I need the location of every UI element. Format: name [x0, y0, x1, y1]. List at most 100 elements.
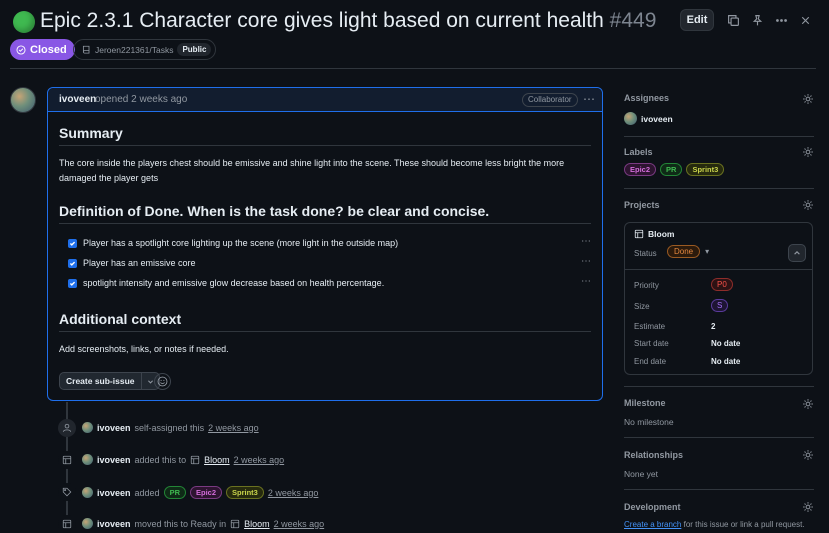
chevron-up-icon — [794, 251, 800, 255]
event-time[interactable]: 2 weeks ago — [234, 455, 285, 465]
end-date-value[interactable]: No date — [711, 357, 740, 366]
checkbox-checked[interactable] — [68, 258, 77, 268]
heading-divider — [59, 223, 591, 224]
heading-divider — [59, 145, 591, 146]
field-key: Size — [634, 302, 650, 311]
create-sub-issue-label: Create sub-issue — [66, 376, 135, 386]
issue-body-comment: ivoveen opened 2 weeks ago Collaborator … — [47, 87, 603, 401]
task-item[interactable]: spotlight intensity and emissive glow de… — [68, 278, 384, 288]
milestone-gear-icon[interactable] — [802, 398, 814, 410]
development-text: Create a branch for this issue or link a… — [624, 520, 805, 529]
timeline-event: ivoveen moved this to Ready in Bloom 2 w… — [82, 518, 324, 529]
labels-gear-icon[interactable] — [802, 146, 814, 158]
heading-divider — [59, 331, 591, 332]
task-more-icon[interactable]: ⋯ — [581, 236, 592, 247]
comment-more-icon[interactable]: ⋯ — [583, 92, 596, 106]
label-epic2[interactable]: Epic2 — [624, 163, 657, 176]
task-text: Player has an emissive core — [83, 258, 196, 268]
development-title: Development — [624, 502, 681, 512]
person-icon — [58, 419, 76, 437]
label-pr[interactable]: PR — [163, 486, 186, 499]
checkbox-checked[interactable] — [68, 238, 77, 248]
status-field[interactable]: Done ▾ — [667, 245, 709, 258]
pin-icon[interactable] — [746, 9, 768, 31]
task-item[interactable]: Player has an emissive core — [68, 258, 196, 268]
sidebar-divider — [624, 437, 814, 438]
development-gear-icon[interactable] — [802, 501, 814, 513]
projects-gear-icon[interactable] — [802, 199, 814, 211]
checkbox-checked[interactable] — [68, 278, 77, 288]
milestone-title: Milestone — [624, 398, 666, 408]
issue-title: Epic 2.3.1 Character core gives light ba… — [40, 9, 657, 32]
event-time[interactable]: 2 weeks ago — [274, 519, 325, 529]
table-icon — [634, 229, 644, 239]
field-key: Priority — [634, 281, 659, 290]
copy-icon[interactable] — [722, 9, 744, 31]
closed-label: Closed — [30, 43, 67, 56]
label-pr[interactable]: PR — [660, 163, 683, 176]
task-more-icon[interactable]: ⋯ — [581, 276, 592, 287]
labels-title: Labels — [624, 147, 653, 157]
avatar[interactable] — [82, 454, 93, 465]
create-sub-issue-button[interactable]: Create sub-issue — [59, 372, 160, 390]
event-user[interactable]: ivoveen — [97, 488, 131, 498]
project-name-row[interactable]: Bloom — [634, 229, 674, 239]
event-time[interactable]: 2 weeks ago — [268, 488, 319, 498]
field-key: Estimate — [634, 322, 666, 331]
repo-pill[interactable]: Jeroen221361/Tasks Public — [73, 39, 217, 60]
caret-down-icon[interactable]: ▾ — [705, 247, 709, 256]
create-branch-link[interactable]: Create a branch — [624, 520, 681, 529]
issue-number: #449 — [609, 9, 657, 32]
avatar[interactable] — [82, 518, 93, 529]
tag-icon — [58, 483, 76, 501]
assignees-gear-icon[interactable] — [802, 93, 814, 105]
task-item[interactable]: Player has a spotlight core lighting up … — [68, 238, 398, 248]
milestone-value: No milestone — [624, 417, 674, 427]
event-time[interactable]: 2 weeks ago — [208, 423, 259, 433]
estimate-value[interactable]: 2 — [711, 322, 715, 331]
comment-header: ivoveen opened 2 weeks ago Collaborator … — [48, 88, 602, 112]
avatar[interactable] — [10, 87, 36, 113]
summary-text: The core inside the players chest should… — [59, 158, 565, 183]
event-action: added — [134, 487, 160, 498]
avatar[interactable] — [82, 422, 93, 433]
dod-heading: Definition of Done. When is the task don… — [59, 203, 490, 219]
comment-timestamp: opened 2 weeks ago — [95, 94, 188, 105]
timeline-event: ivoveen added PR Epic2 Sprint3 2 weeks a… — [82, 486, 318, 499]
priority-badge[interactable]: P0 — [711, 278, 733, 291]
event-user[interactable]: ivoveen — [97, 519, 131, 529]
assignee-item[interactable]: ivoveen — [624, 112, 673, 125]
collaborator-badge: Collaborator — [522, 93, 578, 107]
sidebar-divider — [624, 386, 814, 387]
project-link[interactable]: Bloom — [204, 455, 230, 465]
size-badge[interactable]: S — [711, 299, 729, 312]
event-user[interactable]: ivoveen — [97, 455, 131, 465]
label-epic2[interactable]: Epic2 — [189, 486, 222, 499]
label-sprint3[interactable]: Sprint3 — [226, 486, 264, 499]
development-note: for this issue or link a pull request. — [681, 520, 805, 529]
start-date-value[interactable]: No date — [711, 339, 740, 348]
comment-author[interactable]: ivoveen — [59, 94, 96, 105]
project-link[interactable]: Bloom — [244, 519, 270, 529]
event-user[interactable]: ivoveen — [97, 423, 131, 433]
smiley-icon — [157, 376, 168, 387]
close-icon[interactable] — [794, 9, 816, 31]
more-icon[interactable] — [770, 9, 792, 31]
task-more-icon[interactable]: ⋯ — [581, 256, 592, 267]
label-sprint3[interactable]: Sprint3 — [686, 163, 725, 176]
status-key: Status — [634, 249, 657, 258]
header-divider — [10, 68, 816, 69]
emoji-reaction-button[interactable] — [154, 373, 171, 390]
avatar[interactable] — [82, 487, 93, 498]
avatar — [624, 112, 637, 125]
table-icon — [58, 451, 76, 469]
check-circle-icon — [16, 44, 26, 55]
relationships-title: Relationships — [624, 450, 684, 460]
summary-heading: Summary — [59, 125, 123, 141]
sidebar-divider — [624, 188, 814, 189]
collapse-button[interactable] — [788, 244, 806, 262]
relationships-gear-icon[interactable] — [802, 449, 814, 461]
edit-button[interactable]: Edit — [680, 9, 714, 31]
task-text: spotlight intensity and emissive glow de… — [83, 278, 385, 288]
card-divider — [625, 269, 812, 270]
